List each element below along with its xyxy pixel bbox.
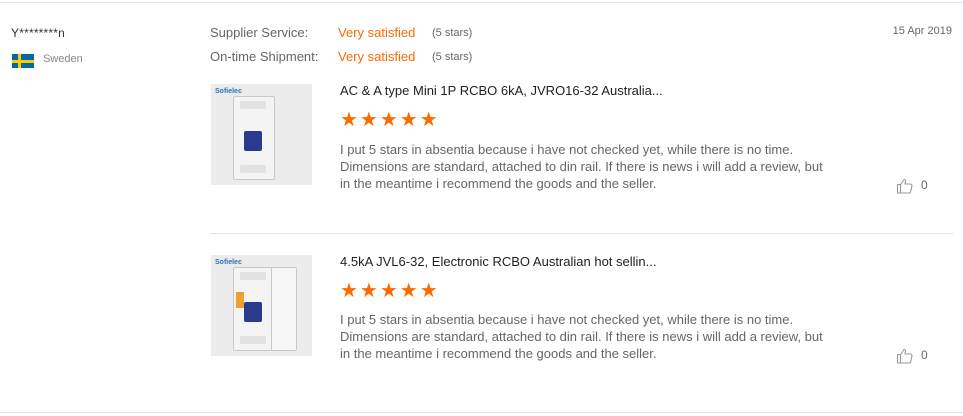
review-text: I put 5 stars in absentia because i have… (340, 312, 823, 361)
product-star-rating: ★★★★★ (340, 109, 440, 131)
reviewer-name: Y********n (11, 26, 66, 40)
sweden-flag-icon (12, 54, 34, 68)
rcbo-device-image (233, 96, 275, 180)
thumbs-up-icon (896, 348, 913, 364)
review-divider (210, 233, 953, 234)
thumbs-up-icon (896, 178, 913, 194)
rating-stars-count: (5 stars) (432, 51, 473, 63)
brand-logo: Sofielec (215, 259, 242, 266)
product-image[interactable]: Sofielec (211, 84, 312, 185)
reviewer-country: Sweden (43, 53, 83, 65)
review-text: I put 5 stars in absentia because i have… (340, 142, 823, 191)
rating-value: Very satisfied (338, 25, 416, 40)
review-date: 15 Apr 2019 (892, 25, 952, 37)
rcbo-device-image (233, 267, 275, 351)
rating-label: On-time Shipment: (210, 49, 319, 64)
brand-logo: Sofielec (215, 88, 242, 95)
rating-value: Very satisfied (338, 49, 416, 64)
rcbo-device-side-image (271, 267, 297, 351)
product-image[interactable]: Sofielec (211, 255, 312, 356)
product-star-rating: ★★★★★ (340, 280, 440, 302)
like-count: 0 (921, 178, 928, 192)
product-title-link[interactable]: AC & A type Mini 1P RCBO 6kA, JVRO16-32 … (340, 83, 663, 98)
rating-label: Supplier Service: (210, 25, 309, 40)
like-button[interactable]: 0 (896, 346, 936, 366)
top-divider (0, 2, 963, 3)
product-title-link[interactable]: 4.5kA JVL6-32, Electronic RCBO Australia… (340, 254, 657, 269)
bottom-divider (0, 412, 963, 413)
like-count: 0 (921, 348, 928, 362)
rating-stars-count: (5 stars) (432, 27, 473, 39)
like-button[interactable]: 0 (896, 176, 936, 196)
